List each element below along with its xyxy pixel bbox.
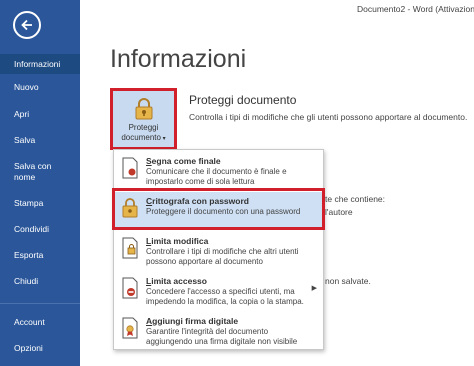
mark-final-title: egna come finale [151,156,221,166]
protect-section-desc: Controlla i tipi di modifiche che gli ut… [189,112,468,122]
restrict-access-title: imita accesso [151,276,207,286]
menu-item-restrict-access[interactable]: Limita accesso Concedere l'accesso a spe… [114,272,323,310]
highlight-frame [112,188,325,230]
signature-desc-2: aggiungendo una firma digitale non visib… [146,337,298,346]
nav-nuovo[interactable]: Nuovo [0,82,80,93]
menu-item-restrict-editing[interactable]: Limita modifica Controllare i tipi di mo… [114,232,323,270]
nav-opzioni[interactable]: Opzioni [0,343,80,354]
nav-condividi[interactable]: Condividi [0,224,80,235]
back-button[interactable] [13,11,41,39]
restrict-editing-title: imita modifica [151,236,209,246]
nav-salva[interactable]: Salva [0,135,80,146]
properties-text-partial: te che contiene: [325,194,386,204]
lock-key-icon [135,98,152,120]
restrict-access-desc-2: impedendo la modifica, la copia o la sta… [146,297,304,306]
backstage-sidebar: Informazioni Nuovo Apri Salva Salva con … [0,0,80,366]
author-text-partial: l'autore [325,207,353,217]
arrow-left-icon [21,19,32,31]
signature-title: ggiungi firma digitale [152,316,239,326]
restrict-editing-desc-1: Controllare i tipi di modifiche che altr… [146,247,299,256]
restrict-editing-desc-2: possono apportare al documento [146,257,263,266]
window-title: Documento2 - Word (Attivazione [357,4,474,14]
nav-separator [0,303,80,304]
mark-final-desc-1: Comunicare che il documento è finale e [146,167,287,176]
nav-stampa[interactable]: Stampa [0,198,80,209]
nav-apri[interactable]: Apri [0,109,80,120]
nav-account[interactable]: Account [0,317,80,328]
page-title: Informazioni [110,45,247,73]
document-final-icon [122,157,138,179]
nav-chiudi[interactable]: Chiudi [0,276,80,287]
menu-item-digital-signature[interactable]: Aggiungi firma digitale Garantire l'inte… [114,312,323,350]
protect-document-menu: Segna come finale Comunicare che il docu… [113,149,324,350]
menu-item-mark-final[interactable]: Segna come finale Comunicare che il docu… [114,152,323,190]
protect-document-button[interactable]: Proteggi documento ▾ [110,88,177,150]
nav-esporta[interactable]: Esporta [0,250,80,261]
protect-button-label-2: documento [121,133,161,142]
nav-salva-con-nome[interactable]: Salva con nome [0,161,60,183]
nav-informazioni[interactable]: Informazioni [0,54,80,74]
restrict-access-desc-1: Concedere l'accesso a specifici utenti, … [146,287,295,296]
document-ribbon-icon [122,317,138,339]
chevron-right-icon: ▶ [311,285,317,292]
protect-button-label-1: Proteggi [128,123,159,132]
mark-final-desc-2: impostarlo come di sola lettura [146,177,255,186]
unsaved-text-partial: non salvate. [325,276,371,286]
signature-desc-1: Garantire l'integrità del documento [146,327,269,336]
document-lock-icon [122,237,138,259]
protect-section-title: Proteggi documento [189,93,297,107]
chevron-down-icon: ▾ [160,136,166,142]
document-restricted-icon [122,277,138,299]
